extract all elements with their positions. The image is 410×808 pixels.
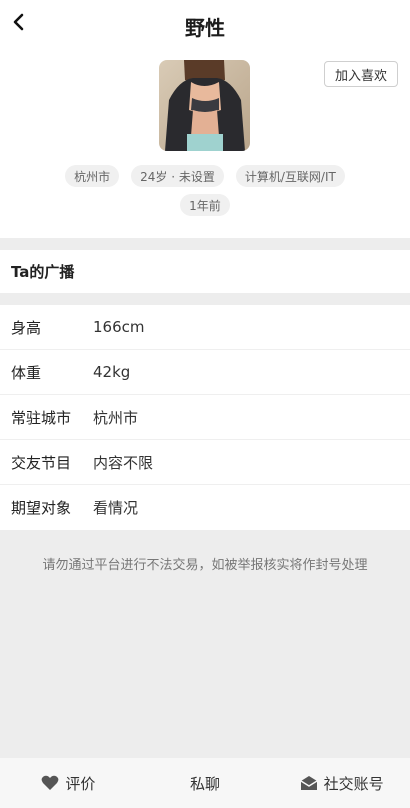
info-value: 内容不限 — [93, 453, 154, 472]
add-to-favorites-button[interactable]: 加入喜欢 — [324, 61, 398, 87]
info-label: 交友节目 — [11, 453, 72, 472]
social-account-button[interactable]: 社交账号 — [273, 773, 410, 794]
review-label: 评价 — [65, 774, 96, 793]
info-list: 身高 166cm 体重 42kg 常驻城市 杭州市 交友节目 内容不限 期望对象… — [0, 305, 410, 530]
tag-age: 24岁 · 未设置 — [131, 165, 224, 187]
heart-icon — [41, 775, 59, 790]
profile-time-tags: 1年前 — [0, 194, 410, 216]
profile-tags: 杭州市 24岁 · 未设置 计算机/互联网/IT — [0, 165, 410, 187]
info-label: 体重 — [11, 363, 42, 382]
info-row-city: 常驻城市 杭州市 — [0, 395, 410, 440]
profile-card: 加入喜欢 杭州市 24岁 · 未设置 计算机/互联网/IT 1年前 — [0, 50, 410, 238]
info-label: 常驻城市 — [11, 408, 72, 427]
tag-industry: 计算机/互联网/IT — [235, 165, 345, 187]
warning-notice: 请勿通过平台进行不法交易，如被举报核实将作封号处理 — [42, 558, 368, 573]
info-row-weight: 体重 42kg — [0, 350, 410, 395]
broadcast-section[interactable]: Ta的广播 — [0, 250, 410, 293]
info-row-height: 身高 166cm — [0, 305, 410, 350]
info-row-expectation: 期望对象 看情况 — [0, 485, 410, 530]
info-value: 看情况 — [93, 499, 139, 517]
tag-time: 1年前 — [180, 194, 230, 216]
tag-city: 杭州市 — [65, 165, 120, 187]
bottom-action-bar: 评价 私聊 社交账号 — [0, 758, 410, 808]
private-chat-button[interactable]: 私聊 — [137, 773, 274, 794]
info-row-program: 交友节目 内容不限 — [0, 440, 410, 485]
info-label: 期望对象 — [11, 499, 72, 517]
info-label: 身高 — [11, 318, 42, 337]
social-label: 社交账号 — [323, 774, 384, 793]
chat-label: 私聊 — [190, 774, 221, 793]
envelope-icon — [300, 776, 318, 790]
info-value: 杭州市 — [93, 408, 139, 427]
top-bar: 野性 — [0, 0, 410, 50]
avatar[interactable] — [159, 60, 250, 151]
info-value: 42kg — [93, 363, 131, 381]
info-value: 166cm — [93, 318, 145, 336]
review-button[interactable]: 评价 — [0, 773, 137, 794]
page-title: 野性 — [185, 16, 225, 40]
broadcast-title: Ta的广播 — [11, 263, 75, 281]
